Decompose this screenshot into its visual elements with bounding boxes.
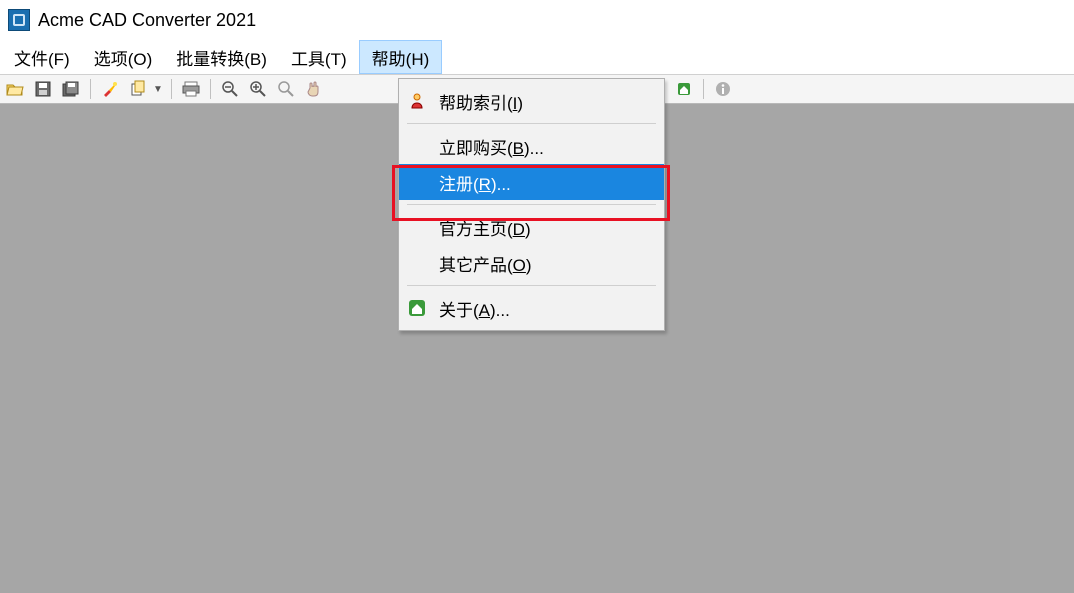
menu-file[interactable]: 文件(F) (2, 40, 82, 74)
open-icon[interactable] (4, 78, 26, 100)
dropdown-arrow-icon[interactable]: ▼ (153, 84, 163, 95)
menu-separator (407, 204, 656, 205)
toolbar-separator (171, 79, 172, 99)
save-multi-icon[interactable] (60, 78, 82, 100)
menu-label: 立即购买(B)... (439, 134, 544, 159)
toolbar-separator (703, 79, 704, 99)
pan-icon[interactable] (303, 78, 325, 100)
home-icon (407, 298, 427, 318)
menu-label: 关于(A)... (439, 296, 510, 321)
menu-label: 帮助索引(I) (439, 89, 523, 114)
save-icon[interactable] (32, 78, 54, 100)
info-icon[interactable] (712, 78, 734, 100)
app-title: Acme CAD Converter 2021 (38, 10, 256, 31)
menu-register[interactable]: 注册(R)... (399, 164, 664, 200)
menu-separator (407, 123, 656, 124)
home-icon[interactable] (673, 78, 695, 100)
app-icon (8, 9, 30, 31)
color-wizard-icon[interactable] (99, 78, 121, 100)
menu-options[interactable]: 选项(O) (82, 40, 165, 74)
menu-help-index[interactable]: 帮助索引(I) (399, 83, 664, 119)
menu-label: 其它产品(O) (439, 251, 532, 276)
print-icon[interactable] (180, 78, 202, 100)
menu-batch[interactable]: 批量转换(B) (164, 40, 279, 74)
menu-buy-now[interactable]: 立即购买(B)... (399, 128, 664, 164)
zoom-icon[interactable] (275, 78, 297, 100)
menu-homepage[interactable]: 官方主页(D) (399, 209, 664, 245)
toolbar-separator (210, 79, 211, 99)
help-dropdown: 帮助索引(I) 立即购买(B)... 注册(R)... 官方主页(D) 其它产品… (398, 78, 665, 331)
menu-separator (407, 285, 656, 286)
menu-other-products[interactable]: 其它产品(O) (399, 245, 664, 281)
zoom-in-icon[interactable] (247, 78, 269, 100)
menu-label: 注册(R)... (439, 170, 511, 195)
toolbar-separator (90, 79, 91, 99)
help-person-icon (407, 91, 427, 111)
menu-label: 官方主页(D) (439, 215, 531, 240)
copy-icon[interactable] (127, 78, 149, 100)
titlebar: Acme CAD Converter 2021 (0, 0, 1074, 40)
zoom-out-icon[interactable] (219, 78, 241, 100)
menu-tools[interactable]: 工具(T) (279, 40, 359, 74)
menu-about[interactable]: 关于(A)... (399, 290, 664, 326)
menu-help[interactable]: 帮助(H) (359, 40, 443, 74)
menubar: 文件(F) 选项(O) 批量转换(B) 工具(T) 帮助(H) (0, 40, 1074, 74)
